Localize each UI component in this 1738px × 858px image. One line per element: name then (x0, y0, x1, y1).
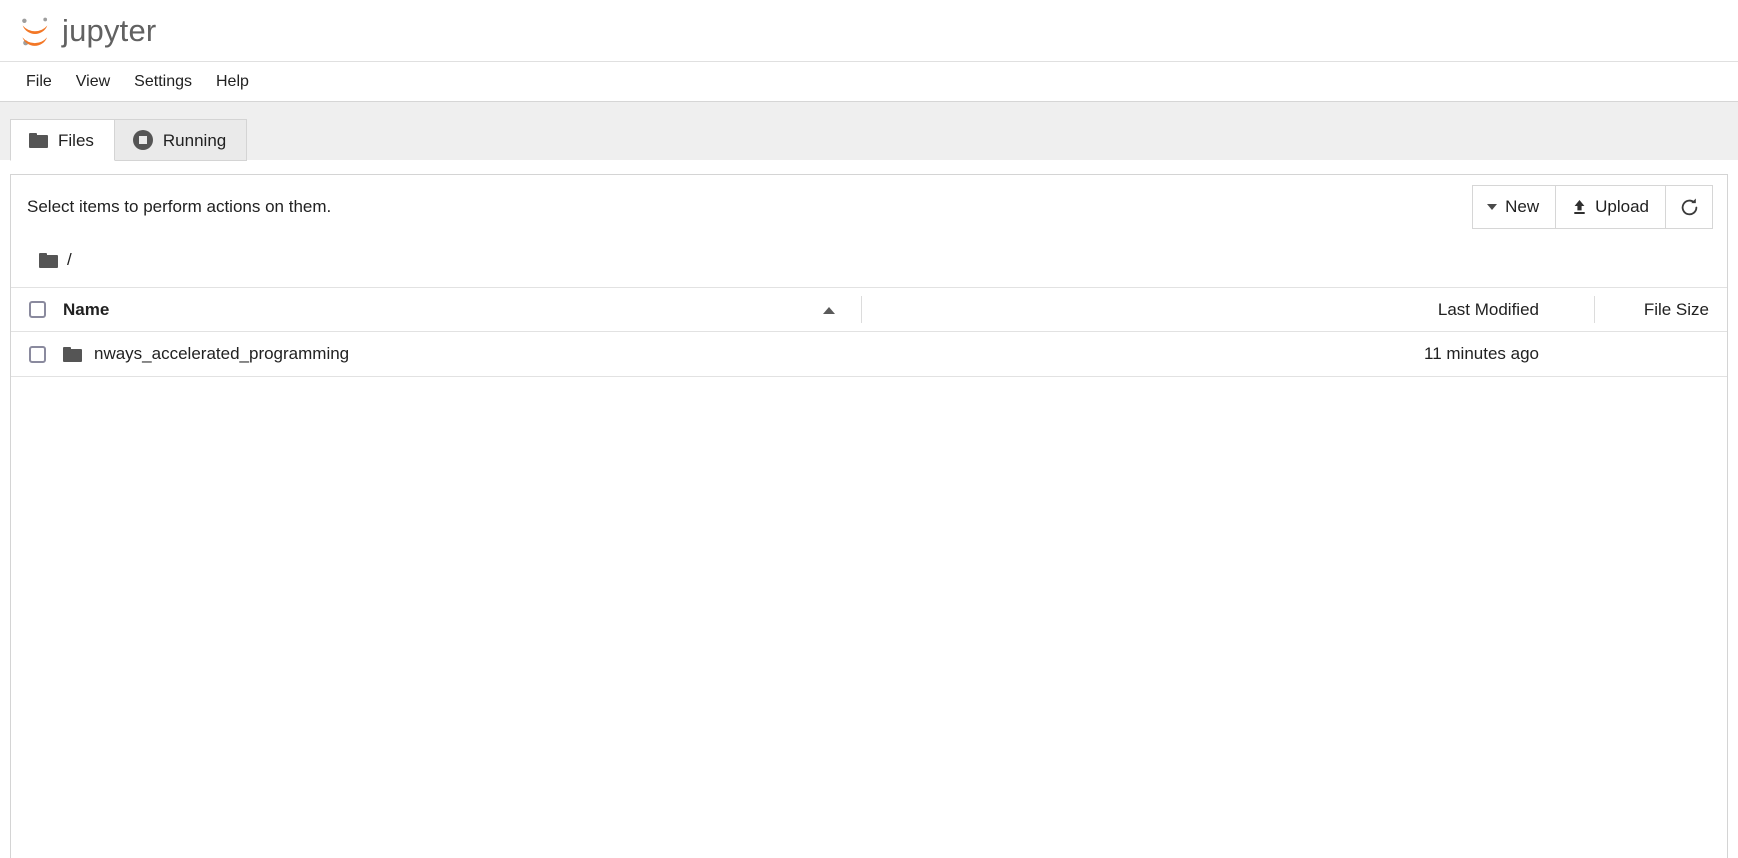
caret-up-icon (823, 306, 835, 314)
breadcrumb-root-separator: / (67, 250, 72, 269)
select-items-hint: Select items to perform actions on them. (27, 197, 332, 216)
column-divider (1594, 296, 1595, 323)
menu-bar: File View Settings Help (0, 62, 1738, 102)
table-row[interactable]: nways_accelerated_programming 11 minutes… (11, 332, 1727, 376)
upload-icon (1574, 199, 1585, 214)
tab-running-label: Running (162, 130, 227, 150)
caret-down-icon (1487, 204, 1498, 210)
row-checkbox[interactable] (28, 345, 46, 363)
column-header-file-size[interactable]: File Size (1547, 300, 1727, 320)
menu-item-help[interactable]: Help (204, 70, 261, 94)
folder-icon (63, 346, 82, 362)
tab-running[interactable]: Running (114, 119, 248, 161)
tab-bar: Files Running (0, 102, 1738, 161)
row-last-modified: 11 minutes ago (1424, 344, 1539, 363)
select-all-cell (11, 301, 63, 318)
column-header-last-modified[interactable]: Last Modified (1347, 300, 1547, 320)
menu-item-file[interactable]: File (14, 70, 64, 94)
file-table: Name Last Modified File Size nways_accel… (11, 287, 1727, 377)
menu-item-settings[interactable]: Settings (122, 70, 204, 94)
column-header-name[interactable]: Name (63, 300, 1347, 320)
row-name-link[interactable]: nways_accelerated_programming (94, 344, 349, 364)
folder-icon (29, 132, 48, 148)
tab-files[interactable]: Files (10, 119, 115, 161)
refresh-button[interactable] (1665, 185, 1713, 229)
file-list-body: nways_accelerated_programming 11 minutes… (11, 332, 1727, 376)
jupyter-logo-icon (22, 17, 48, 46)
breadcrumb: / (11, 239, 1727, 281)
upload-button-label: Upload (1595, 197, 1649, 216)
stop-circle-icon (132, 130, 153, 150)
menu-item-view[interactable]: View (64, 70, 122, 94)
new-button[interactable]: New (1472, 185, 1557, 229)
file-browser-panel: Select items to perform actions on them.… (10, 174, 1728, 858)
file-browser-toolbar: Select items to perform actions on them.… (11, 175, 1727, 239)
toolbar-button-group: New Upload (1472, 185, 1713, 229)
new-button-label: New (1505, 197, 1540, 216)
brand-wordmark: jupyter (62, 13, 157, 48)
logo-bar: jupyter (0, 0, 1738, 62)
tab-files-label: Files (58, 130, 94, 150)
table-header-row: Name Last Modified File Size (11, 288, 1727, 332)
refresh-icon (1681, 198, 1697, 215)
row-select-cell (11, 345, 63, 363)
column-divider (861, 296, 862, 323)
upload-button[interactable]: Upload (1555, 185, 1666, 229)
select-all-checkbox[interactable] (28, 301, 46, 318)
folder-icon[interactable] (39, 252, 58, 268)
row-name-cell: nways_accelerated_programming (63, 344, 1347, 364)
column-header-name-label: Name (63, 299, 110, 319)
